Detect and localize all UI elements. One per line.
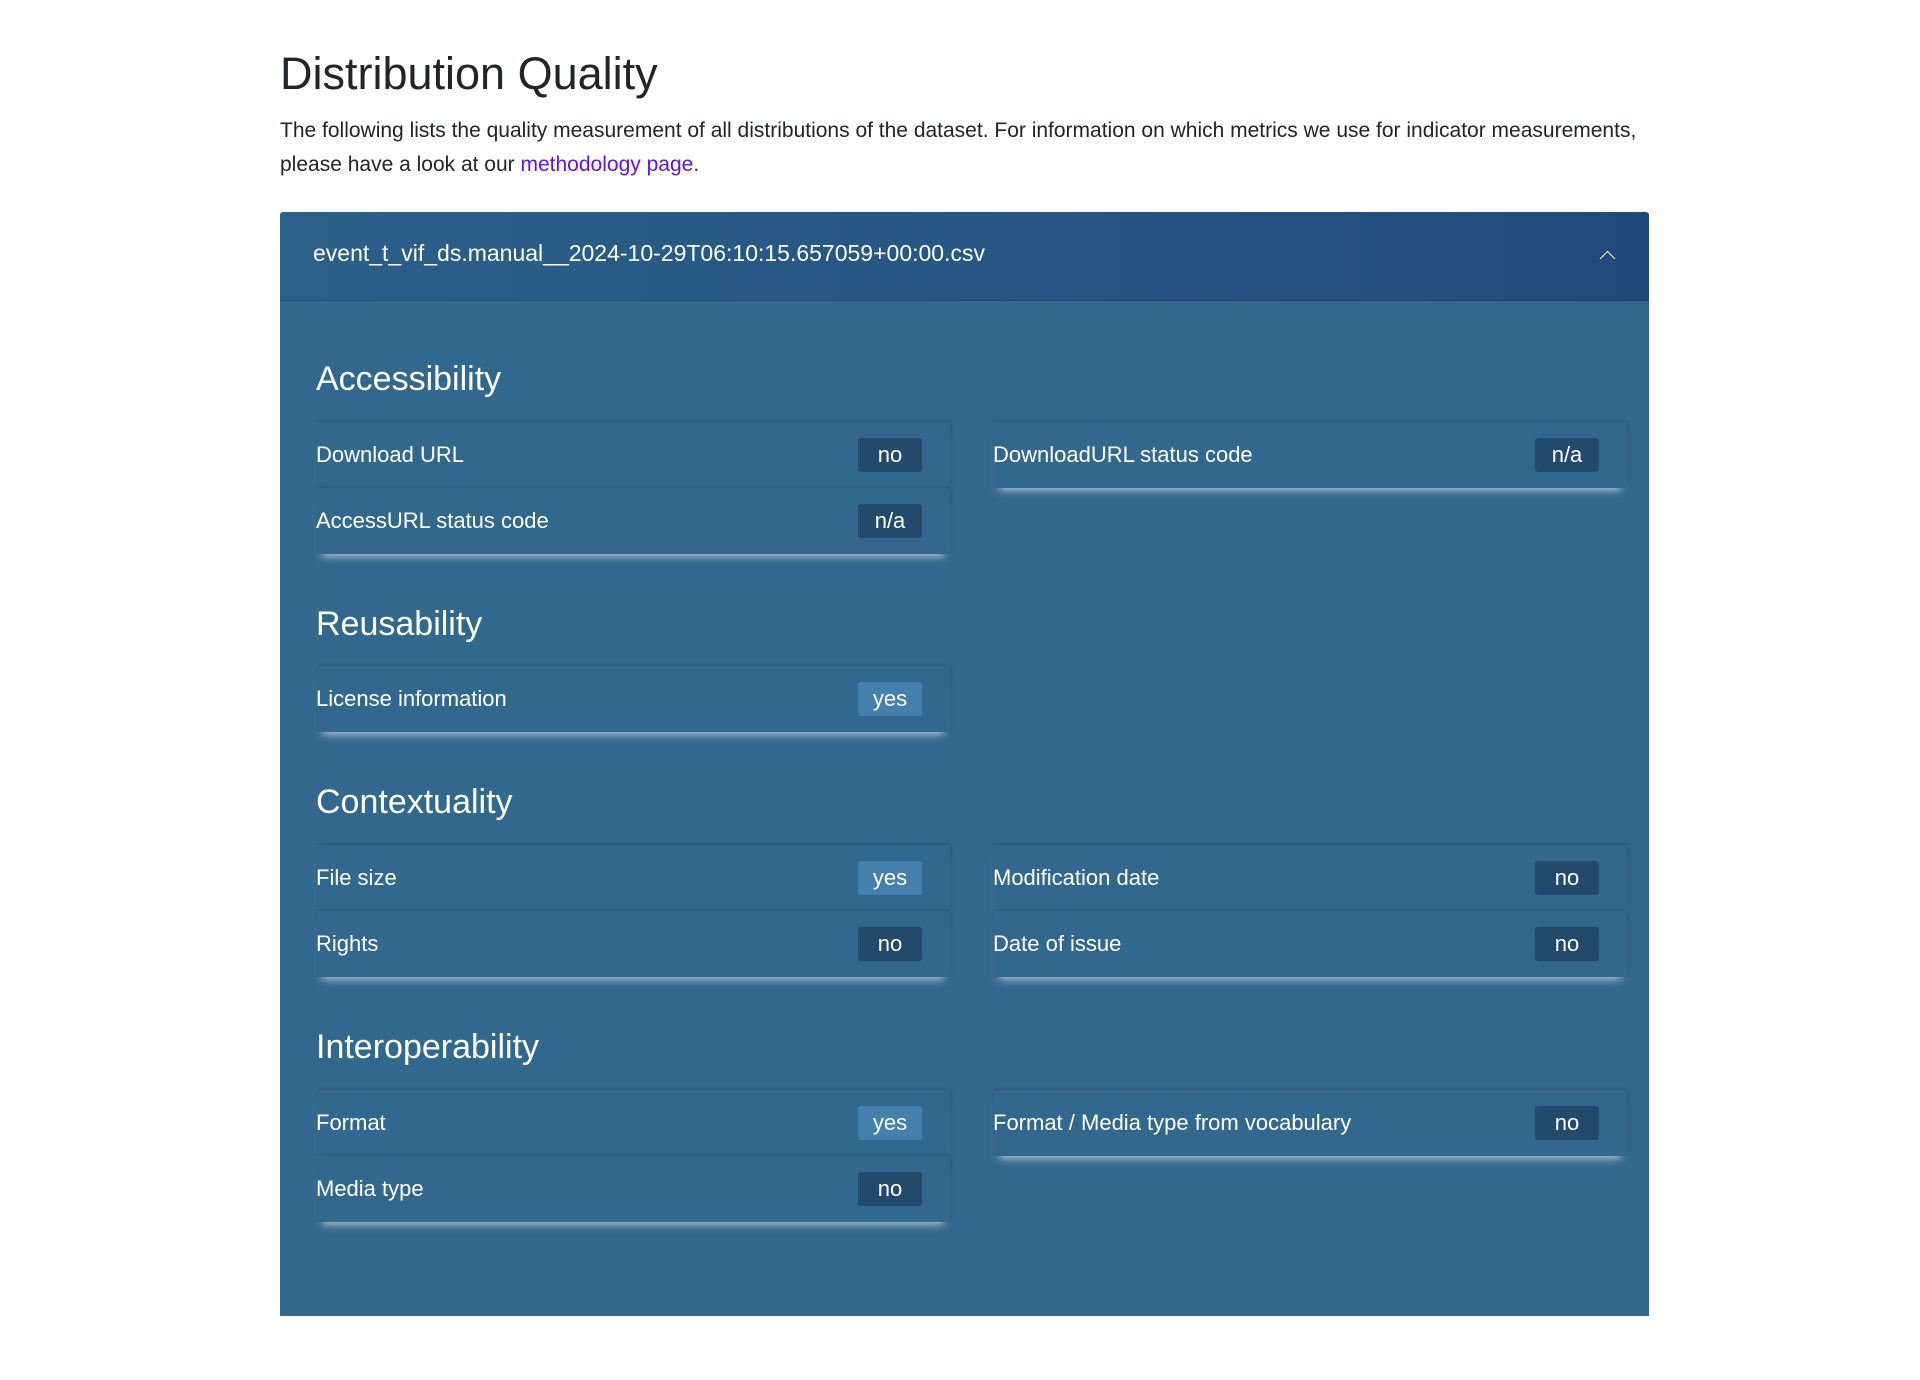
status-badge: no [858,927,922,962]
distribution-accordion-header[interactable]: event_t_vif_ds.manual__2024-10-29T06:10:… [280,211,1649,301]
metric-label: Format / Media type from vocabulary [993,1109,1352,1135]
metric-label: Download URL [316,441,464,467]
methodology-link[interactable]: methodology page [521,153,694,176]
status-badge: n/a [858,503,922,538]
metric-label: Date of issue [993,931,1122,957]
metric-accessurl-status-code: AccessURL status code n/a [316,487,950,554]
metric-date-of-issue: Date of issue no [993,911,1627,978]
metric-rights: Rights no [316,911,950,978]
metric-grid: Download URL no DownloadURL status code … [316,421,1628,554]
status-badge: yes [858,1105,922,1140]
metric-format: Format yes [316,1089,950,1156]
status-badge: yes [858,861,922,896]
metric-license-information: License information yes [316,666,950,733]
section-title: Reusability [316,604,483,643]
section-title: Contextuality [316,783,513,822]
distribution-quality-page: Distribution Quality The following lists… [280,40,1649,1316]
status-badge: no [1535,927,1599,962]
intro-text: The following lists the quality measurem… [280,118,1637,176]
status-badge: yes [858,682,922,717]
distribution-accordion-body: Accessibility Download URL no DownloadUR… [280,300,1649,1316]
status-badge: no [1535,861,1599,896]
metric-downloadurl-status-code: DownloadURL status code n/a [993,421,1627,488]
intro-paragraph: The following lists the quality measurem… [280,114,1649,182]
metric-grid: Format yes Format / Media type from voca… [316,1089,1628,1222]
distribution-name: event_t_vif_ds.manual__2024-10-29T06:10:… [313,240,985,267]
status-badge: n/a [1535,437,1599,472]
metric-label: File size [316,865,397,891]
metric-file-size: File size yes [316,845,950,912]
metric-label: Rights [316,931,379,957]
metric-label: DownloadURL status code [993,441,1253,467]
section-accessibility: Accessibility Download URL no DownloadUR… [316,359,1628,554]
distribution-accordion: event_t_vif_ds.manual__2024-10-29T06:10:… [280,211,1649,1316]
section-contextuality: Contextuality File size yes Modification… [316,782,1628,978]
metric-media-type: Media type no [316,1155,950,1222]
metric-label: AccessURL status code [316,507,549,533]
status-badge: no [1535,1105,1599,1140]
intro-end: . [693,152,700,176]
chevron-up-icon[interactable] [1599,250,1616,267]
status-badge: no [858,1171,922,1206]
metric-modification-date: Modification date no [993,845,1627,912]
metric-label: Modification date [993,865,1160,891]
status-badge: no [858,437,922,472]
metric-grid: License information yes [316,666,1628,733]
metric-label: Format [316,1109,386,1135]
metric-grid: File size yes Modification date no Right… [316,845,1628,978]
metric-label: Media type [316,1175,424,1201]
section-interoperability: Interoperability Format yes Format / Med… [316,1027,1628,1222]
section-title: Accessibility [316,359,502,398]
section-title: Interoperability [316,1028,540,1067]
metric-format-media-type-vocabulary: Format / Media type from vocabulary no [993,1089,1627,1156]
metric-label: License information [316,686,507,712]
page-title: Distribution Quality [280,48,658,99]
metric-download-url: Download URL no [316,421,950,488]
section-reusability: Reusability License information yes [316,604,1628,733]
